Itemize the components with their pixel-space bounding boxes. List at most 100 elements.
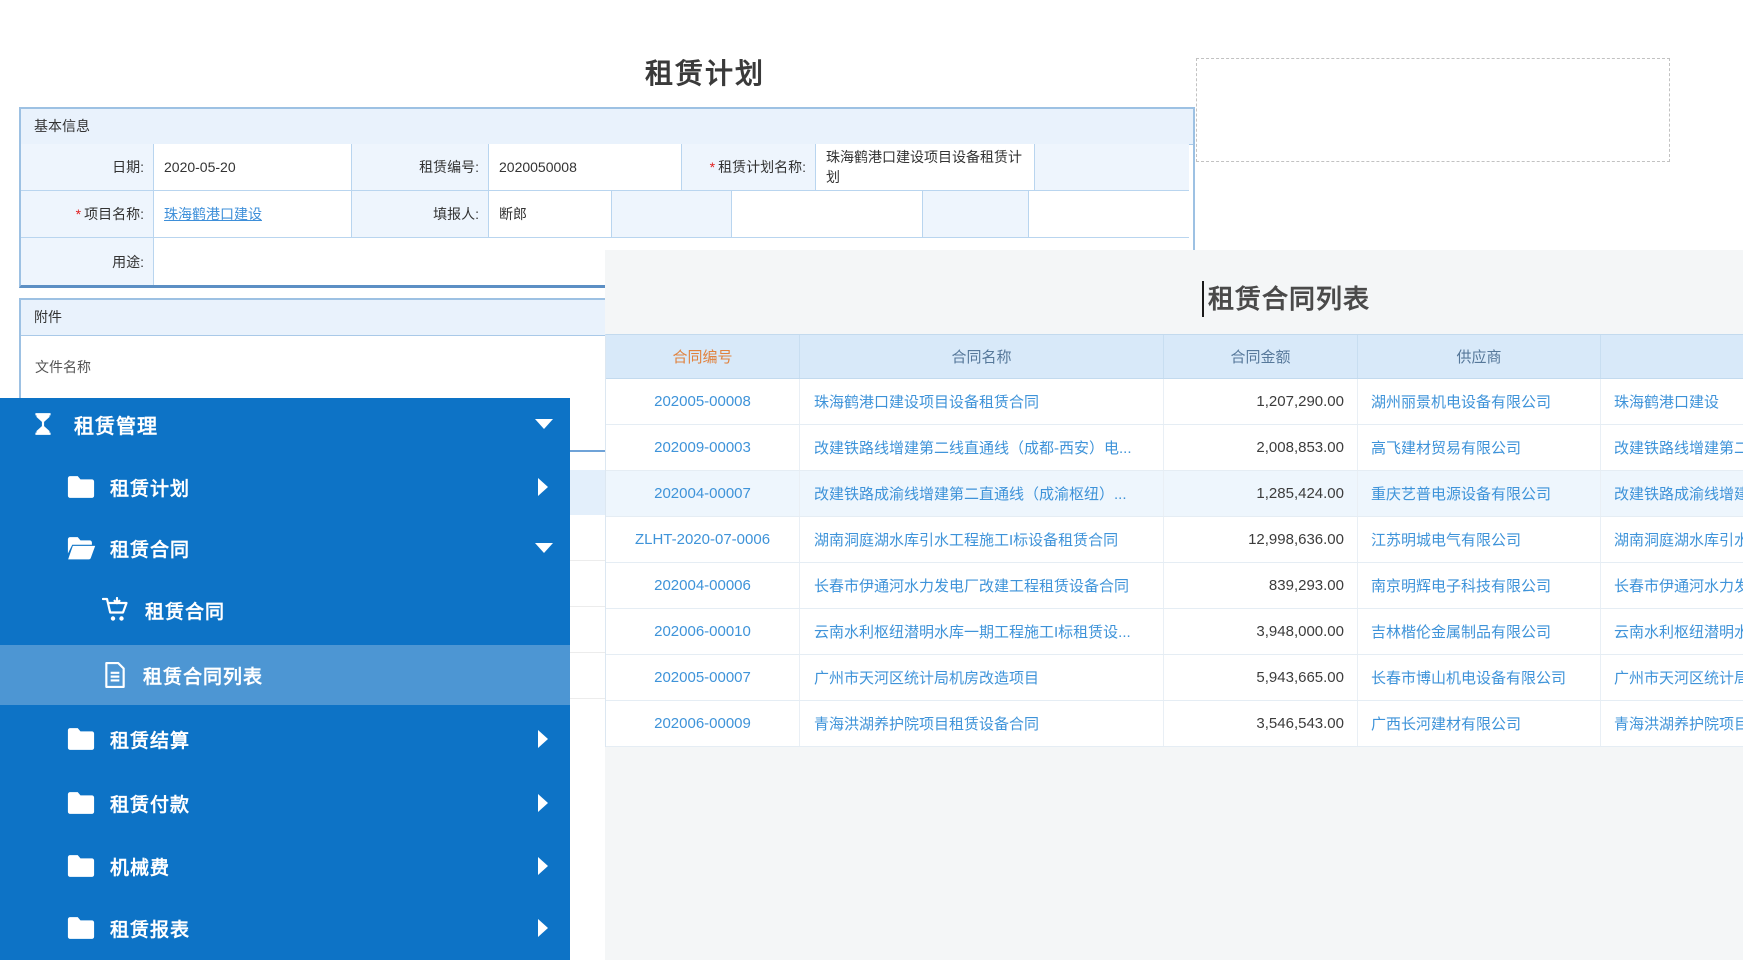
- contract-no-link[interactable]: 202006-00009: [606, 701, 800, 746]
- supplier-link[interactable]: 高飞建材贸易有限公司: [1358, 425, 1601, 470]
- hourglass-icon: [30, 411, 56, 437]
- sidebar-item-machinery-cost[interactable]: 机械费: [0, 835, 570, 897]
- sidebar-item-rental-contract-list[interactable]: 租赁合同列表: [0, 645, 570, 705]
- contract-no-link[interactable]: 202004-00006: [606, 563, 800, 608]
- contract-name-link[interactable]: 长春市伊通河水力发电厂改建工程租赁设备合同: [800, 563, 1164, 608]
- contract-no-link[interactable]: ZLHT-2020-07-0006: [606, 517, 800, 562]
- table-row: 202005-00008 珠海鹤港口建设项目设备租赁合同 1,207,290.0…: [606, 379, 1743, 425]
- sidebar-item-rental-payment[interactable]: 租赁付款: [0, 772, 570, 834]
- sidebar-item-label: 租赁合同: [110, 535, 190, 562]
- column-header-contract-name[interactable]: 合同名称: [800, 335, 1164, 378]
- sidebar-item-label: 租赁付款: [110, 790, 190, 817]
- reporter-label: 填报人:: [352, 191, 489, 238]
- chevron-right-icon: [538, 478, 548, 496]
- date-label: 日期:: [21, 144, 154, 191]
- project-link[interactable]: 珠海鹤港口建设: [164, 204, 262, 224]
- plan-name-label: *租赁计划名称:: [682, 144, 816, 191]
- sidebar-item-rental-contract-group[interactable]: 租赁合同: [0, 518, 570, 578]
- contract-table-header: 合同编号 合同名称 合同金额 供应商: [606, 335, 1743, 379]
- project-name-label: *项目名称:: [21, 191, 154, 238]
- folder-open-icon: [66, 536, 96, 560]
- empty-dashed-placeholder: [1196, 58, 1670, 162]
- sidebar-item-label: 租赁计划: [110, 474, 190, 501]
- chevron-down-icon: [535, 543, 553, 553]
- sidebar-item-label: 租赁管理: [74, 410, 158, 439]
- project-link[interactable]: 青海洪湖养护院项目: [1601, 701, 1743, 746]
- sidebar-item-label: 租赁合同列表: [143, 662, 263, 689]
- table-row: 202004-00006 长春市伊通河水力发电厂改建工程租赁设备合同 839,2…: [606, 563, 1743, 609]
- table-row: 202006-00010 云南水利枢纽潜明水库一期工程施工I标租赁设... 3,…: [606, 609, 1743, 655]
- column-header-amount[interactable]: 合同金额: [1164, 335, 1358, 378]
- supplier-link[interactable]: 长春市博山机电设备有限公司: [1358, 655, 1601, 700]
- contract-no-link[interactable]: 202005-00007: [606, 655, 800, 700]
- sidebar-item-label: 租赁报表: [110, 915, 190, 942]
- contract-list-window: 租赁合同列表 合同编号 合同名称 合同金额 供应商 202005-00008 珠…: [605, 250, 1743, 960]
- contract-name-link[interactable]: 珠海鹤港口建设项目设备租赁合同: [800, 379, 1164, 424]
- contract-amount: 12,998,636.00: [1164, 517, 1358, 562]
- contract-amount: 839,293.00: [1164, 563, 1358, 608]
- contract-no-link[interactable]: 202004-00007: [606, 471, 800, 516]
- contract-no-link[interactable]: 202009-00003: [606, 425, 800, 470]
- table-row: ZLHT-2020-07-0006 湖南洞庭湖水库引水工程施工I标设备租赁合同 …: [606, 517, 1743, 563]
- project-link[interactable]: 改建铁路线增建第二: [1601, 425, 1743, 470]
- project-link[interactable]: 改建铁路成渝线增建: [1601, 471, 1743, 516]
- plan-name-field[interactable]: 珠海鹤港口建设项目设备租赁计划: [816, 144, 1035, 191]
- contract-amount: 3,546,543.00: [1164, 701, 1358, 746]
- chevron-right-icon: [538, 794, 548, 812]
- contract-no-link[interactable]: 202005-00008: [606, 379, 800, 424]
- lease-no-field: 2020050008: [489, 144, 682, 191]
- empty-label-cell: [612, 191, 732, 238]
- contract-name-link[interactable]: 云南水利枢纽潜明水库一期工程施工I标租赁设...: [800, 609, 1164, 654]
- project-link[interactable]: 长春市伊通河水力发: [1601, 563, 1743, 608]
- text-cursor: [1202, 281, 1204, 317]
- required-star: *: [710, 159, 715, 175]
- sidebar-item-rental-plan[interactable]: 租赁计划: [0, 456, 570, 518]
- sidebar-item-label: 租赁结算: [110, 726, 190, 753]
- contract-name-link[interactable]: 广州市天河区统计局机房改造项目: [800, 655, 1164, 700]
- chevron-right-icon: [538, 730, 548, 748]
- contract-amount: 1,285,424.00: [1164, 471, 1358, 516]
- project-link[interactable]: 广州市天河区统计局: [1601, 655, 1743, 700]
- chevron-right-icon: [538, 857, 548, 875]
- contract-name-link[interactable]: 青海洪湖养护院项目租赁设备合同: [800, 701, 1164, 746]
- date-field[interactable]: 2020-05-20: [154, 144, 352, 191]
- column-header-project[interactable]: [1601, 335, 1743, 378]
- page-title: 租赁计划: [645, 52, 965, 92]
- table-row: 202005-00007 广州市天河区统计局机房改造项目 5,943,665.0…: [606, 655, 1743, 701]
- sidebar-item-label: 租赁合同: [145, 597, 225, 624]
- contract-amount: 2,008,853.00: [1164, 425, 1358, 470]
- supplier-link[interactable]: 吉林楷伦金属制品有限公司: [1358, 609, 1601, 654]
- project-link[interactable]: 云南水利枢纽潜明水: [1601, 609, 1743, 654]
- column-header-contract-no[interactable]: 合同编号: [606, 335, 800, 378]
- folder-icon: [66, 727, 96, 751]
- reporter-field: 断郎: [489, 191, 612, 238]
- folder-icon: [66, 475, 96, 499]
- project-link[interactable]: 珠海鹤港口建设: [1601, 379, 1743, 424]
- sidebar-item-label: 机械费: [110, 853, 170, 880]
- supplier-link[interactable]: 重庆艺普电源设备有限公司: [1358, 471, 1601, 516]
- supplier-link[interactable]: 江苏明城电气有限公司: [1358, 517, 1601, 562]
- column-header-supplier[interactable]: 供应商: [1358, 335, 1601, 378]
- sidebar-item-rental-reports[interactable]: 租赁报表: [0, 897, 570, 959]
- supplier-link[interactable]: 南京明辉电子科技有限公司: [1358, 563, 1601, 608]
- empty-value-cell: [1029, 191, 1189, 238]
- empty-label-cell: [1035, 144, 1189, 191]
- contract-name-link[interactable]: 改建铁路线增建第二线直通线（成都-西安）电...: [800, 425, 1164, 470]
- contract-name-link[interactable]: 湖南洞庭湖水库引水工程施工I标设备租赁合同: [800, 517, 1164, 562]
- sidebar-item-rental-settlement[interactable]: 租赁结算: [0, 708, 570, 770]
- contract-no-link[interactable]: 202006-00010: [606, 609, 800, 654]
- sidebar-item-rental-management[interactable]: 租赁管理: [0, 398, 570, 450]
- supplier-link[interactable]: 湖州丽景机电设备有限公司: [1358, 379, 1601, 424]
- supplier-link[interactable]: 广西长河建材有限公司: [1358, 701, 1601, 746]
- purpose-label: 用途:: [21, 238, 154, 285]
- empty-value-cell: [732, 191, 923, 238]
- project-name-field: 珠海鹤港口建设: [154, 191, 352, 238]
- contract-name-link[interactable]: 改建铁路成渝线增建第二直通线（成渝枢纽）...: [800, 471, 1164, 516]
- contract-amount: 1,207,290.00: [1164, 379, 1358, 424]
- empty-label-cell: [923, 191, 1029, 238]
- contract-list-titlebar: 租赁合同列表: [605, 250, 1743, 334]
- sidebar-item-rental-contract[interactable]: 租赁合同: [0, 579, 570, 641]
- project-link[interactable]: 湖南洞庭湖水库引水: [1601, 517, 1743, 562]
- table-row: 202004-00007 改建铁路成渝线增建第二直通线（成渝枢纽）... 1,2…: [606, 471, 1743, 517]
- basic-info-section-title: 基本信息: [21, 109, 1193, 145]
